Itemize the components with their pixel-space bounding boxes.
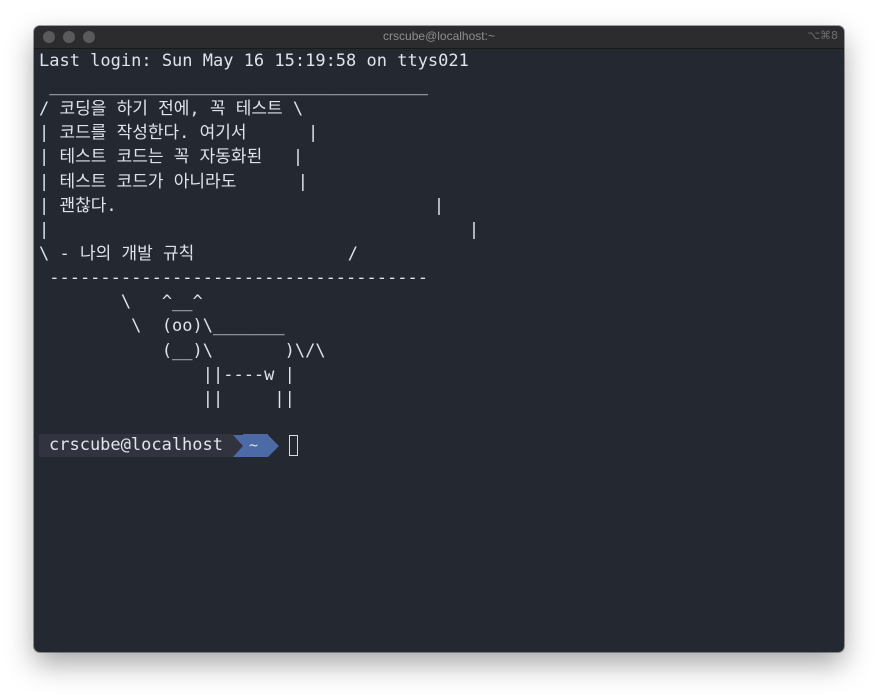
terminal-line: \ (oo)\_______ (39, 316, 285, 336)
window-title: crscube@localhost:~ (383, 29, 495, 43)
terminal-line: _____________________________________ (39, 76, 428, 96)
terminal-window: crscube@localhost:~ ⌥⌘8 Last login: Sun … (34, 26, 844, 652)
terminal-line: | 괜찮다. | (39, 196, 445, 216)
terminal-output[interactable]: Last login: Sun May 16 15:19:58 on ttys0… (39, 49, 844, 652)
terminal-line: || || (39, 389, 295, 409)
terminal-line: ||----w | (39, 365, 295, 385)
terminal-line: | 테스트 코드가 아니라도 | (39, 172, 308, 192)
title-bar[interactable]: crscube@localhost:~ ⌥⌘8 (34, 26, 844, 49)
terminal-line: | 테스트 코드는 꼭 자동화된 | (39, 147, 304, 167)
terminal-line: | | (39, 220, 480, 240)
terminal-line: ------------------------------------- (39, 268, 428, 288)
terminal-line: Last login: Sun May 16 15:19:58 on ttys0… (39, 51, 469, 71)
shell-prompt[interactable]: crscube@localhost ~ (39, 434, 299, 457)
prompt-separator-icon (233, 434, 243, 457)
terminal-line: \ ^__^ (39, 292, 203, 312)
terminal-line: (__)\ )\/\ (39, 341, 326, 361)
terminal-line: \ - 나의 개발 규칙 / (39, 244, 359, 264)
prompt-end-arrow-icon (268, 434, 280, 457)
text-cursor[interactable] (289, 435, 299, 456)
terminal-line: | 코드를 작성한다. 여기서 | (39, 123, 319, 143)
terminal-line: / 코딩을 하기 전에, 꼭 테스트 \ (39, 99, 304, 119)
window-shortcut: ⌥⌘8 (807, 29, 838, 42)
prompt-user-host: crscube@localhost (39, 434, 233, 457)
prompt-directory: ~ (243, 434, 269, 457)
